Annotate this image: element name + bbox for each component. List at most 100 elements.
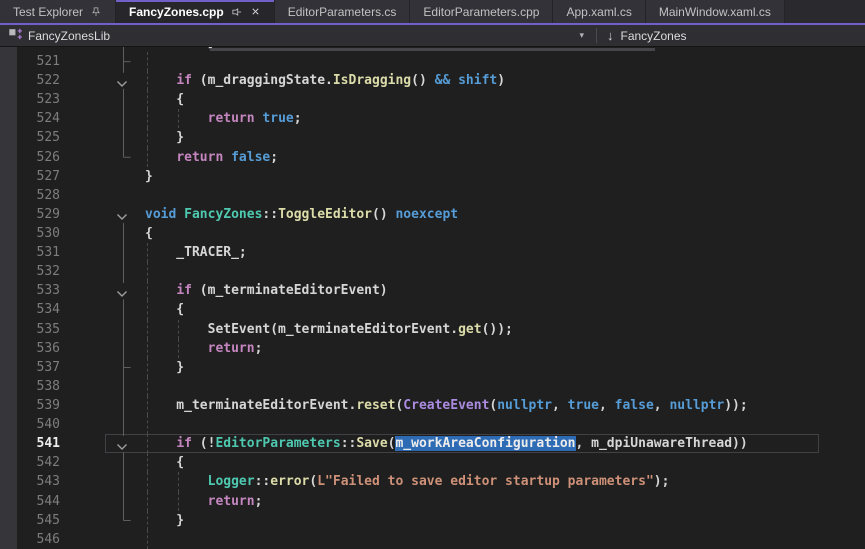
line-number: 541 bbox=[0, 434, 60, 453]
code-line-526[interactable]: 526 return false; bbox=[0, 148, 865, 167]
code-line-544[interactable]: 544 return; bbox=[0, 492, 865, 511]
outline-cell[interactable] bbox=[60, 71, 145, 90]
code-token: m_terminateEditorEvent. bbox=[145, 398, 356, 413]
indent-guide bbox=[147, 148, 148, 167]
close-icon[interactable] bbox=[250, 6, 261, 17]
code-text: Logger::error(L"Failed to save editor st… bbox=[145, 472, 865, 491]
code-text: if (!EditorParameters::Save(m_workAreaCo… bbox=[145, 434, 865, 453]
code-token: :: bbox=[262, 207, 278, 222]
code-line-521[interactable]: 521 bbox=[0, 52, 865, 71]
line-number: 531 bbox=[0, 243, 60, 262]
tab-editorparameters-cs[interactable]: EditorParameters.cs bbox=[275, 0, 411, 23]
indent-guide bbox=[147, 339, 148, 358]
indent-guide bbox=[178, 492, 179, 511]
code-token: get bbox=[458, 322, 481, 337]
indent-guide bbox=[147, 511, 148, 530]
line-number: 534 bbox=[0, 300, 60, 319]
indent-guide bbox=[147, 71, 148, 90]
indent-guide bbox=[178, 339, 179, 358]
code-line-522[interactable]: 522 if (m_draggingState.IsDragging() && … bbox=[0, 71, 865, 90]
tab-label: Test Explorer bbox=[13, 5, 83, 19]
indent-guide bbox=[147, 434, 148, 453]
code-line-540[interactable]: 540 bbox=[0, 415, 865, 434]
outline-cell bbox=[60, 339, 145, 358]
code-line-545[interactable]: 545 } bbox=[0, 511, 865, 530]
code-line-528[interactable]: 528 bbox=[0, 186, 865, 205]
code-token: } bbox=[145, 47, 215, 50]
code-token: nullptr bbox=[669, 398, 724, 413]
code-token: return bbox=[208, 111, 255, 126]
outline-cell[interactable] bbox=[60, 281, 145, 300]
code-token: shift bbox=[458, 73, 497, 88]
code-token: , bbox=[552, 398, 568, 413]
code-line-542[interactable]: 542 { bbox=[0, 453, 865, 472]
code-token bbox=[145, 73, 176, 88]
indent-guide bbox=[147, 281, 148, 300]
member-dropdown-label: FancyZones bbox=[621, 29, 687, 43]
line-number: 523 bbox=[0, 90, 60, 109]
code-line-524[interactable]: 524 return true; bbox=[0, 109, 865, 128]
line-number: 540 bbox=[0, 415, 60, 434]
code-token: false bbox=[231, 150, 270, 165]
code-token: , bbox=[599, 398, 615, 413]
code-editor[interactable]: 520 }521522 if (m_draggingState.IsDraggi… bbox=[0, 47, 865, 549]
code-line-534[interactable]: 534 { bbox=[0, 300, 865, 319]
outline-cell bbox=[60, 358, 145, 377]
code-token bbox=[145, 494, 208, 509]
code-token bbox=[145, 341, 208, 356]
code-line-536[interactable]: 536 return; bbox=[0, 339, 865, 358]
code-line-531[interactable]: 531 _TRACER_; bbox=[0, 243, 865, 262]
pin-vertical-icon[interactable] bbox=[90, 6, 102, 18]
tab-label: FancyZones.cpp bbox=[129, 5, 224, 19]
line-number: 522 bbox=[0, 71, 60, 90]
code-line-523[interactable]: 523 { bbox=[0, 90, 865, 109]
code-line-543[interactable]: 543 Logger::error(L"Failed to save edito… bbox=[0, 472, 865, 491]
code-line-527[interactable]: 527} bbox=[0, 167, 865, 186]
code-line-539[interactable]: 539 m_terminateEditorEvent.reset(CreateE… bbox=[0, 396, 865, 415]
line-number: 544 bbox=[0, 492, 60, 511]
tab-fancyzones-cpp[interactable]: FancyZones.cpp bbox=[116, 0, 275, 23]
tab-app-xaml-cs[interactable]: App.xaml.cs bbox=[553, 0, 645, 23]
code-token: } bbox=[145, 513, 184, 528]
project-dropdown[interactable]: FancyZonesLib ▾ bbox=[0, 25, 596, 46]
code-line-533[interactable]: 533 if (m_terminateEditorEvent) bbox=[0, 281, 865, 300]
member-dropdown[interactable]: ↓ FancyZones bbox=[597, 29, 697, 43]
code-token: ; bbox=[270, 150, 278, 165]
indent-guide bbox=[147, 415, 148, 434]
code-line-535[interactable]: 535 SetEvent(m_terminateEditorEvent.get(… bbox=[0, 320, 865, 339]
code-line-541[interactable]: 541 if (!EditorParameters::Save(m_workAr… bbox=[0, 434, 865, 453]
code-line-538[interactable]: 538 bbox=[0, 377, 865, 396]
code-line-546[interactable]: 546 bbox=[0, 530, 865, 549]
outline-cell bbox=[60, 396, 145, 415]
code-token: return bbox=[176, 150, 223, 165]
code-line-529[interactable]: 529void FancyZones::ToggleEditor() noexc… bbox=[0, 205, 865, 224]
code-text: return false; bbox=[145, 148, 865, 167]
tab-mainwindow-xaml-cs[interactable]: MainWindow.xaml.cs bbox=[646, 0, 785, 23]
code-text: { bbox=[145, 300, 865, 319]
tab-editorparameters-cpp[interactable]: EditorParameters.cpp bbox=[410, 0, 553, 23]
code-text bbox=[145, 262, 865, 281]
code-line-530[interactable]: 530{ bbox=[0, 224, 865, 243]
code-token: Logger bbox=[208, 474, 255, 489]
code-token bbox=[145, 283, 176, 298]
code-token: ToggleEditor bbox=[278, 207, 372, 222]
code-text: } bbox=[145, 511, 865, 530]
pin-horizontal-icon[interactable] bbox=[231, 6, 243, 18]
outline-cell[interactable] bbox=[60, 434, 145, 453]
code-text: SetEvent(m_terminateEditorEvent.get()); bbox=[145, 320, 865, 339]
indent-guide bbox=[147, 52, 148, 71]
line-number: 539 bbox=[0, 396, 60, 415]
line-number: 537 bbox=[0, 358, 60, 377]
outline-cell[interactable] bbox=[60, 205, 145, 224]
line-number: 528 bbox=[0, 186, 60, 205]
outline-cell bbox=[60, 492, 145, 511]
code-line-532[interactable]: 532 bbox=[0, 262, 865, 281]
tab-test-explorer[interactable]: Test Explorer bbox=[0, 0, 116, 23]
outline-cell bbox=[60, 167, 145, 186]
line-number: 538 bbox=[0, 377, 60, 396]
code-text bbox=[145, 415, 865, 434]
code-line-525[interactable]: 525 } bbox=[0, 128, 865, 147]
indent-guide bbox=[147, 262, 148, 281]
code-text: return; bbox=[145, 339, 865, 358]
code-line-537[interactable]: 537 } bbox=[0, 358, 865, 377]
